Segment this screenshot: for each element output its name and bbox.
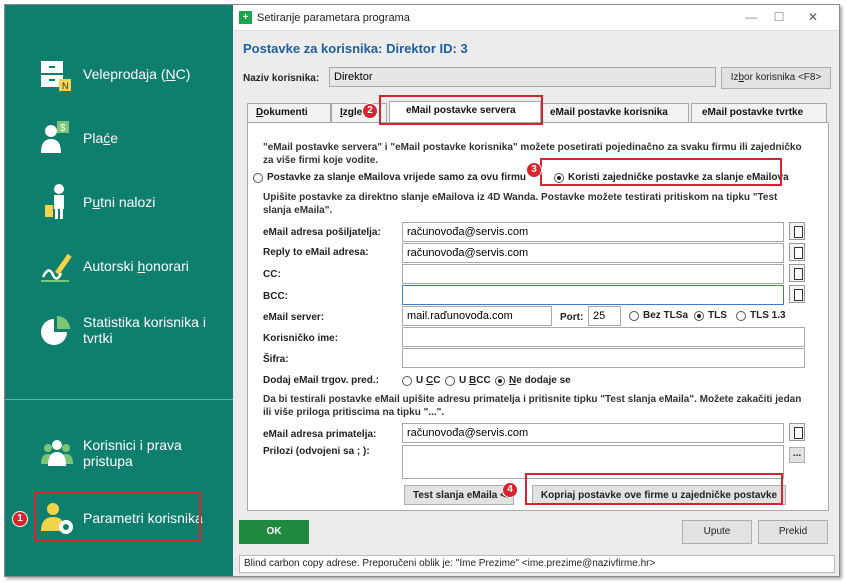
sidebar-item-statistika[interactable]: Statistika korisnika i tvrtki xyxy=(5,305,233,355)
sidebar-item-veleprodaja[interactable]: N Veleprodaja (NC) xyxy=(5,49,233,99)
sidebar-item-korisnici[interactable]: Korisnici i prava pristupa xyxy=(5,428,233,478)
test-intro-text: Da bi testirali postavke eMail upišite a… xyxy=(263,394,802,418)
add-trade-email-label: Dodaj eMail trgov. pred.: xyxy=(263,375,379,386)
radio-no-tls[interactable] xyxy=(629,311,639,321)
radio-tls-label: TLS xyxy=(708,310,727,321)
bcc-doc-icon[interactable] xyxy=(789,285,805,303)
app-plus-icon: + xyxy=(239,11,252,24)
traveler-icon xyxy=(45,184,64,219)
tab-dokumenti[interactable]: Dokumenti xyxy=(247,103,331,123)
sidebar-item-label: Putni nalozi xyxy=(83,194,156,210)
sender-label: eMail adresa pošiljatelja: xyxy=(263,227,381,238)
svg-text:N: N xyxy=(62,81,69,91)
pick-user-button[interactable]: Izbor korisnika <F8> xyxy=(721,67,831,89)
radio-tls13[interactable] xyxy=(736,311,746,321)
pen-signature-icon xyxy=(41,253,72,282)
svg-text:$: $ xyxy=(60,123,66,134)
highlight-copy-settings xyxy=(525,473,783,505)
sender-doc-icon[interactable] xyxy=(789,222,805,240)
password-input[interactable] xyxy=(402,348,805,368)
replyto-doc-icon[interactable] xyxy=(789,243,805,261)
cc-label: CC: xyxy=(263,269,281,280)
title-bar: + Setiranje parametara programa — ☐ ✕ xyxy=(233,5,839,31)
sidebar-divider xyxy=(5,399,233,400)
badge-4: 4 xyxy=(502,482,518,498)
port-input[interactable]: 25 xyxy=(588,306,621,326)
radio-add-bcc[interactable] xyxy=(445,376,455,386)
attach-dots-button[interactable]: ... xyxy=(789,447,805,463)
sidebar-item-autorski-honorari[interactable]: Autorski honorari xyxy=(5,241,233,291)
ok-button[interactable]: OK xyxy=(239,520,309,544)
sidebar-item-label: Plaće xyxy=(83,130,119,146)
sidebar-item-label: Statistika korisnika i tvrtki xyxy=(83,314,206,346)
window-title: Setiranje parametara programa xyxy=(257,12,410,24)
cc-doc-icon[interactable] xyxy=(789,264,805,282)
username-label: Korisničko ime: xyxy=(263,333,339,344)
cash-register-icon: N xyxy=(41,61,71,91)
badge-3: 3 xyxy=(526,162,542,178)
replyto-email-input[interactable]: računovođa@servis.com xyxy=(402,243,784,263)
sidebar-item-label: Korisnici i prava pristupa xyxy=(83,437,182,469)
payroll-icon: $ xyxy=(41,121,69,153)
replyto-label: Reply to eMail adresa: xyxy=(263,247,369,258)
tab-email-korisnika[interactable]: eMail postavke korisnika xyxy=(541,103,689,123)
cc-input[interactable] xyxy=(402,264,784,284)
bcc-label: BCC: xyxy=(263,291,288,302)
server-input[interactable]: mail.raďunovođa.com xyxy=(402,306,552,326)
username-input[interactable] xyxy=(402,327,805,347)
recipient-doc-icon[interactable] xyxy=(789,423,805,441)
sidebar-item-putni-nalozi[interactable]: Putni nalozi xyxy=(5,177,233,227)
radio-tls[interactable] xyxy=(694,311,704,321)
user-name-field[interactable]: Direktor xyxy=(329,67,716,87)
bcc-input[interactable] xyxy=(402,285,784,305)
instructions-text: Upišite postavke za direktno slanje eMai… xyxy=(263,192,778,216)
badge-1: 1 xyxy=(12,511,28,527)
sidebar-item-place[interactable]: $ Plaće xyxy=(5,113,233,163)
radio-add-none-label: Ne dodaje se xyxy=(509,375,571,386)
close-button[interactable]: ✕ xyxy=(799,8,827,26)
badge-2: 2 xyxy=(362,103,378,119)
radio-this-firm[interactable] xyxy=(253,173,263,183)
server-label: eMail server: xyxy=(263,312,325,323)
cancel-button[interactable]: Prekid xyxy=(758,520,828,544)
sidebar-item-label: Autorski honorari xyxy=(83,258,189,274)
highlight-parametri-korisnika xyxy=(34,492,201,542)
radio-no-tls-label: Bez TLSa xyxy=(643,310,689,321)
recipient-label: eMail adresa primatelja: xyxy=(263,429,377,440)
radio-add-cc[interactable] xyxy=(402,376,412,386)
tab-email-tvrtke[interactable]: eMail postavke tvrtke xyxy=(691,103,827,123)
pie-chart-icon xyxy=(41,316,70,345)
radio-add-cc-label: U CC xyxy=(416,375,441,386)
radio-add-none[interactable] xyxy=(495,376,505,386)
radio-add-bcc-label: U BCC xyxy=(459,375,491,386)
minimize-button[interactable]: — xyxy=(737,8,765,26)
port-label: Port: xyxy=(560,312,584,323)
user-name-label: Naziv korisnika: xyxy=(243,73,320,84)
password-label: Šifra: xyxy=(263,354,289,365)
sender-email-input[interactable]: računovođa@servis.com xyxy=(402,222,784,242)
highlight-email-server-tab xyxy=(379,95,543,125)
page-title: Postavke za korisnika: Direktor ID: 3 xyxy=(243,41,468,56)
radio-this-firm-label: Postavke za slanje eMailova vrijede samo… xyxy=(267,172,526,183)
attachments-label: Prilozi (odvojeni sa ; ): xyxy=(263,446,370,457)
test-email-button[interactable]: Test slanja eMaila <F xyxy=(404,485,514,505)
recipient-email-input[interactable]: računovođa@servis.com xyxy=(402,423,784,443)
highlight-shared-settings xyxy=(540,158,782,186)
help-button[interactable]: Upute xyxy=(682,520,752,544)
sidebar-item-label: Veleprodaja (NC) xyxy=(83,66,191,82)
users-icon xyxy=(41,440,73,466)
radio-tls13-label: TLS 1.3 xyxy=(750,310,786,321)
status-bar: Blind carbon copy adrese. Preporučeni ob… xyxy=(239,555,835,573)
maximize-button[interactable]: ☐ xyxy=(765,8,793,26)
